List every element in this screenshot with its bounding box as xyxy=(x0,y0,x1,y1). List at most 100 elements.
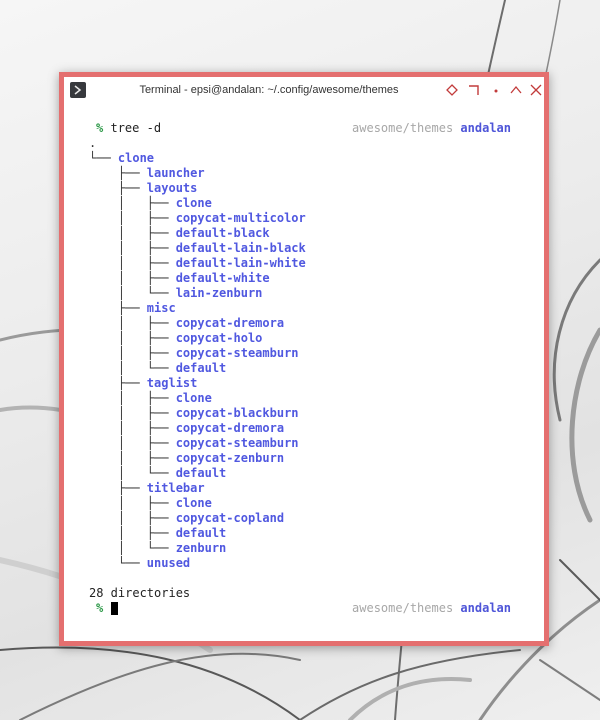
tree-row: │ ├── copycat-copland xyxy=(89,511,284,526)
tree-branch: │ ├── xyxy=(89,211,176,225)
command-line: % tree -d xyxy=(96,121,161,136)
directory-name: copycat-steamburn xyxy=(175,346,299,360)
tree-branch: ├── xyxy=(89,376,147,390)
sticky-icon[interactable] xyxy=(444,82,460,98)
tree-branch: │ ├── xyxy=(89,511,176,525)
directory-name: titlebar xyxy=(146,481,205,495)
tree-row: │ ├── copycat-steamburn xyxy=(89,346,299,361)
tree-branch: │ └── xyxy=(89,361,176,375)
tree-row: ├── launcher xyxy=(89,166,205,181)
tree-row: │ └── default xyxy=(89,466,226,481)
tree-branch: │ ├── xyxy=(89,226,176,240)
tree-row: │ ├── copycat-dremora xyxy=(89,421,284,436)
minimize-dot-icon[interactable] xyxy=(488,82,504,98)
tree-row: │ ├── clone xyxy=(89,496,212,511)
tree-branch: │ ├── xyxy=(89,436,176,450)
directory-name: clone xyxy=(175,496,212,510)
directory-name: misc xyxy=(146,301,176,315)
tree-branch: │ ├── xyxy=(89,496,176,510)
directory-name: default xyxy=(175,361,227,375)
directory-name: default-lain-white xyxy=(175,256,306,270)
tree-row: │ ├── default xyxy=(89,526,226,541)
tree-branch: │ ├── xyxy=(89,271,176,285)
window-title: Terminal - epsi@andalan: ~/.config/aweso… xyxy=(139,84,399,96)
directory-name: taglist xyxy=(146,376,198,390)
tree-branch: │ ├── xyxy=(89,256,176,270)
terminal-app-icon[interactable] xyxy=(70,82,86,98)
tree-branch: │ ├── xyxy=(89,526,176,540)
tree-branch: │ ├── xyxy=(89,331,176,345)
directory-name: copycat-holo xyxy=(175,331,263,345)
tree-row: . xyxy=(89,136,96,151)
tree-row: │ ├── copycat-zenburn xyxy=(89,451,284,466)
tree-branch: └── xyxy=(89,556,147,570)
tree-row: │ ├── default-white xyxy=(89,271,270,286)
tree-branch: │ └── xyxy=(89,541,176,555)
directory-name: copycat-zenburn xyxy=(175,451,285,465)
directory-name: clone xyxy=(175,196,212,210)
tree-row: └── clone xyxy=(89,151,154,166)
command-text: tree -d xyxy=(110,121,162,135)
tree-row: ├── titlebar xyxy=(89,481,205,496)
tree-row: ├── taglist xyxy=(89,376,197,391)
prompt-symbol-active: % xyxy=(96,601,104,615)
text-cursor xyxy=(111,602,118,615)
tree-row: │ └── lain-zenburn xyxy=(89,286,263,301)
tree-row: └── unused xyxy=(89,556,190,571)
directory-name: clone xyxy=(117,151,155,165)
tree-branch: │ └── xyxy=(89,286,176,300)
tree-branch: . xyxy=(89,136,97,150)
tree-branch: └── xyxy=(89,151,118,165)
directory-name: default xyxy=(175,466,227,480)
tree-row: ├── misc xyxy=(89,301,176,316)
directory-name: copycat-blackburn xyxy=(175,406,299,420)
directory-name: default-white xyxy=(175,271,270,285)
directory-name: clone xyxy=(175,391,212,405)
shade-up-icon[interactable] xyxy=(508,82,524,98)
tree-row: │ └── zenburn xyxy=(89,541,226,556)
directory-name: lain-zenburn xyxy=(175,286,263,300)
tree-branch: │ ├── xyxy=(89,451,176,465)
tree-branch: ├── xyxy=(89,166,147,180)
prompt-symbol: % xyxy=(96,121,104,135)
tree-branch: │ ├── xyxy=(89,421,176,435)
directory-name: zenburn xyxy=(175,541,227,555)
directory-name: copycat-steamburn xyxy=(175,436,299,450)
tree-branch: │ ├── xyxy=(89,391,176,405)
tree-branch: ├── xyxy=(89,301,147,315)
right-prompt-host-active: andalan xyxy=(460,601,511,615)
tree-row: ├── layouts xyxy=(89,181,197,196)
tree-branch: │ ├── xyxy=(89,241,176,255)
tree-row: │ └── default xyxy=(89,361,226,376)
directory-name: launcher xyxy=(146,166,205,180)
directory-name: unused xyxy=(146,556,191,570)
tree-branch: │ ├── xyxy=(89,346,176,360)
tree-row: │ ├── copycat-holo xyxy=(89,331,263,346)
active-prompt-line: % xyxy=(96,601,103,616)
summary-line: 28 directories xyxy=(89,586,191,600)
directory-name: copycat-multicolor xyxy=(175,211,306,225)
tree-row: │ ├── default-lain-white xyxy=(89,256,306,271)
close-icon[interactable] xyxy=(528,82,544,98)
directory-name: default-black xyxy=(175,226,270,240)
right-prompt-path-active: awesome/themes xyxy=(352,601,454,615)
directory-name: default-lain-black xyxy=(175,241,306,255)
directory-name: default xyxy=(175,526,227,540)
directory-name: layouts xyxy=(146,181,198,195)
tree-branch: │ └── xyxy=(89,466,176,480)
right-prompt-host: andalan xyxy=(460,121,511,135)
tree-row: │ ├── default-black xyxy=(89,226,270,241)
tree-row: │ ├── default-lain-black xyxy=(89,241,306,256)
tree-branch: ├── xyxy=(89,481,147,495)
right-prompt-path: awesome/themes xyxy=(352,121,454,135)
window-titlebar[interactable]: Terminal - epsi@andalan: ~/.config/aweso… xyxy=(64,77,544,103)
tree-branch: │ ├── xyxy=(89,196,176,210)
tree-branch: │ ├── xyxy=(89,406,176,420)
directory-name: copycat-dremora xyxy=(175,316,285,330)
terminal-output[interactable]: % tree -d awesome/themes andalan . └── cl… xyxy=(64,103,544,641)
right-prompt: awesome/themes andalan xyxy=(352,121,511,136)
directory-name: copycat-dremora xyxy=(175,421,285,435)
tree-row: │ ├── copycat-steamburn xyxy=(89,436,299,451)
tree-row: │ ├── copycat-blackburn xyxy=(89,406,299,421)
maximize-corner-icon[interactable] xyxy=(466,82,482,98)
